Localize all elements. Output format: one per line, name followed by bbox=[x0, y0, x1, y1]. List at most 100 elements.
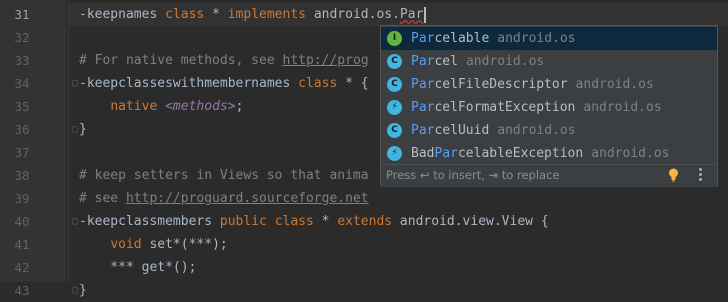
completion-suffix: celableException bbox=[457, 146, 584, 161]
code-token: -keepclasseswithmembernames bbox=[79, 76, 299, 91]
more-options-icon[interactable] bbox=[699, 168, 703, 182]
code-line[interactable]: # keep setters in Views so that anima bbox=[79, 164, 369, 187]
code-line[interactable]: native <methods>; bbox=[79, 95, 243, 118]
code-line[interactable]: -keepnames class * implements android.os… bbox=[79, 3, 427, 26]
code-line[interactable]: *** get*(); bbox=[79, 256, 196, 279]
code-line[interactable]: } bbox=[79, 118, 87, 141]
line-number: 34 bbox=[14, 76, 30, 91]
line-number: 37 bbox=[14, 145, 30, 160]
completion-suffix: celable bbox=[434, 31, 490, 46]
class-icon: C bbox=[387, 54, 402, 69]
code-line[interactable]: -keepclasseswithmembernames class * { bbox=[79, 72, 369, 95]
code-token: class bbox=[298, 76, 338, 91]
completion-item[interactable]: I Parcelable android.os bbox=[381, 27, 717, 50]
code-token: extends bbox=[337, 214, 393, 229]
code-completion-popup: Press ↩ to insert, ⇥ to replace I Parcela… bbox=[380, 25, 718, 187]
completion-match: Par bbox=[411, 77, 435, 92]
code-line[interactable]: # For native methods, see http://prog bbox=[79, 49, 369, 72]
completion-item-name: BadParcelableException android.os bbox=[411, 142, 669, 165]
gutter-separator bbox=[68, 0, 69, 282]
completion-item-name: ParcelFileDescriptor android.os bbox=[411, 73, 654, 96]
completion-item-name: ParcelUuid android.os bbox=[411, 119, 576, 142]
code-line[interactable]: } bbox=[79, 279, 87, 302]
completion-match: Par bbox=[411, 54, 435, 69]
fold-marker-icon[interactable]: ▢ bbox=[72, 118, 78, 141]
completion-item-name: Parcelable android.os bbox=[411, 27, 576, 50]
completion-package: android.os bbox=[583, 100, 662, 115]
code-line[interactable]: # see http://proguard.sourceforge.net bbox=[79, 187, 369, 210]
code-token: public bbox=[219, 214, 267, 229]
code-token: # For native methods, see bbox=[79, 53, 283, 68]
code-token: *** get*(); bbox=[79, 260, 197, 275]
line-number: 42 bbox=[14, 260, 30, 275]
line-number: 32 bbox=[14, 30, 30, 45]
fold-marker-icon[interactable]: ▢ bbox=[72, 72, 78, 95]
completion-prefix: Bad bbox=[411, 146, 435, 161]
completion-package: android.os bbox=[465, 54, 545, 69]
code-token: * { bbox=[337, 76, 369, 91]
code-token: set*(***); bbox=[141, 237, 228, 252]
code-token: implements bbox=[227, 7, 306, 22]
completion-item-name: Parcel android.os bbox=[411, 50, 544, 73]
lightbulb-icon[interactable] bbox=[668, 168, 679, 182]
completion-match: Par bbox=[411, 100, 435, 115]
code-line[interactable]: void set*(***); bbox=[79, 233, 228, 256]
completion-suffix: cel bbox=[434, 54, 458, 69]
code-token: # keep setters in Views so that anima bbox=[79, 168, 369, 183]
exception-class-icon: ⚡ bbox=[387, 146, 402, 161]
code-token: native bbox=[110, 99, 158, 114]
completion-item[interactable]: C ParcelUuid android.os bbox=[381, 119, 717, 142]
completion-suffix: celFormatException bbox=[434, 100, 576, 115]
line-number: 38 bbox=[14, 168, 30, 183]
line-number: 31 bbox=[14, 7, 30, 22]
fold-marker-icon[interactable]: ▢ bbox=[72, 210, 78, 233]
code-token: ; bbox=[235, 99, 244, 114]
code-token: http://proguard.sourceforge.net bbox=[125, 191, 369, 206]
line-number-gutter: 31 32 33 34 35 36 37 38 39 40 41 42 43 bbox=[0, 0, 66, 298]
completion-item[interactable]: ⚡ ParcelFormatException android.os bbox=[381, 96, 717, 119]
completion-package: android.os bbox=[575, 77, 654, 92]
completion-package: android.os bbox=[497, 123, 576, 138]
line-number: 43 bbox=[14, 283, 30, 298]
completion-item[interactable]: C Parcel android.os bbox=[381, 50, 717, 73]
line-number: 35 bbox=[14, 99, 30, 114]
completion-popup-footer: Press ↩ to insert, ⇥ to replace bbox=[381, 164, 717, 187]
code-token: class bbox=[274, 214, 314, 229]
line-number: 36 bbox=[14, 122, 30, 137]
fold-marker-icon[interactable]: ▢ bbox=[72, 279, 78, 302]
exception-class-icon: ⚡ bbox=[387, 100, 402, 115]
completion-package: android.os bbox=[497, 31, 576, 46]
code-token: } bbox=[79, 122, 87, 137]
code-token: Par bbox=[399, 7, 424, 22]
class-icon: C bbox=[387, 123, 402, 138]
code-token: * bbox=[204, 7, 228, 22]
line-number: 33 bbox=[14, 53, 30, 68]
interface-icon: I bbox=[387, 31, 402, 46]
code-token: } bbox=[79, 283, 87, 298]
class-icon: C bbox=[387, 77, 402, 92]
completion-match: Par bbox=[411, 123, 435, 138]
completion-suffix: celFileDescriptor bbox=[434, 77, 568, 92]
code-token: -keepclassmembers bbox=[79, 214, 220, 229]
line-number: 39 bbox=[14, 191, 30, 206]
code-token: # see bbox=[79, 191, 126, 206]
code-token: android.view.View { bbox=[392, 214, 549, 229]
line-number: 41 bbox=[14, 237, 30, 252]
completion-suffix: celUuid bbox=[434, 123, 490, 138]
completion-item[interactable]: ⚡ BadParcelableException android.os bbox=[381, 142, 717, 165]
completion-hint-text: Press ↩ to insert, ⇥ to replace bbox=[386, 168, 560, 182]
completion-package: android.os bbox=[591, 146, 670, 161]
code-token: android.os. bbox=[306, 7, 400, 22]
completion-item-name: ParcelFormatException android.os bbox=[411, 96, 662, 119]
code-token: <methods> bbox=[165, 99, 236, 114]
completion-item[interactable]: C ParcelFileDescriptor android.os bbox=[381, 73, 717, 96]
completion-match: Par bbox=[434, 146, 458, 161]
text-caret bbox=[424, 6, 427, 23]
code-token: -keepnames bbox=[79, 7, 166, 22]
code-token: * bbox=[313, 214, 338, 229]
code-line[interactable]: -keepclassmembers public class * extends… bbox=[79, 210, 549, 233]
